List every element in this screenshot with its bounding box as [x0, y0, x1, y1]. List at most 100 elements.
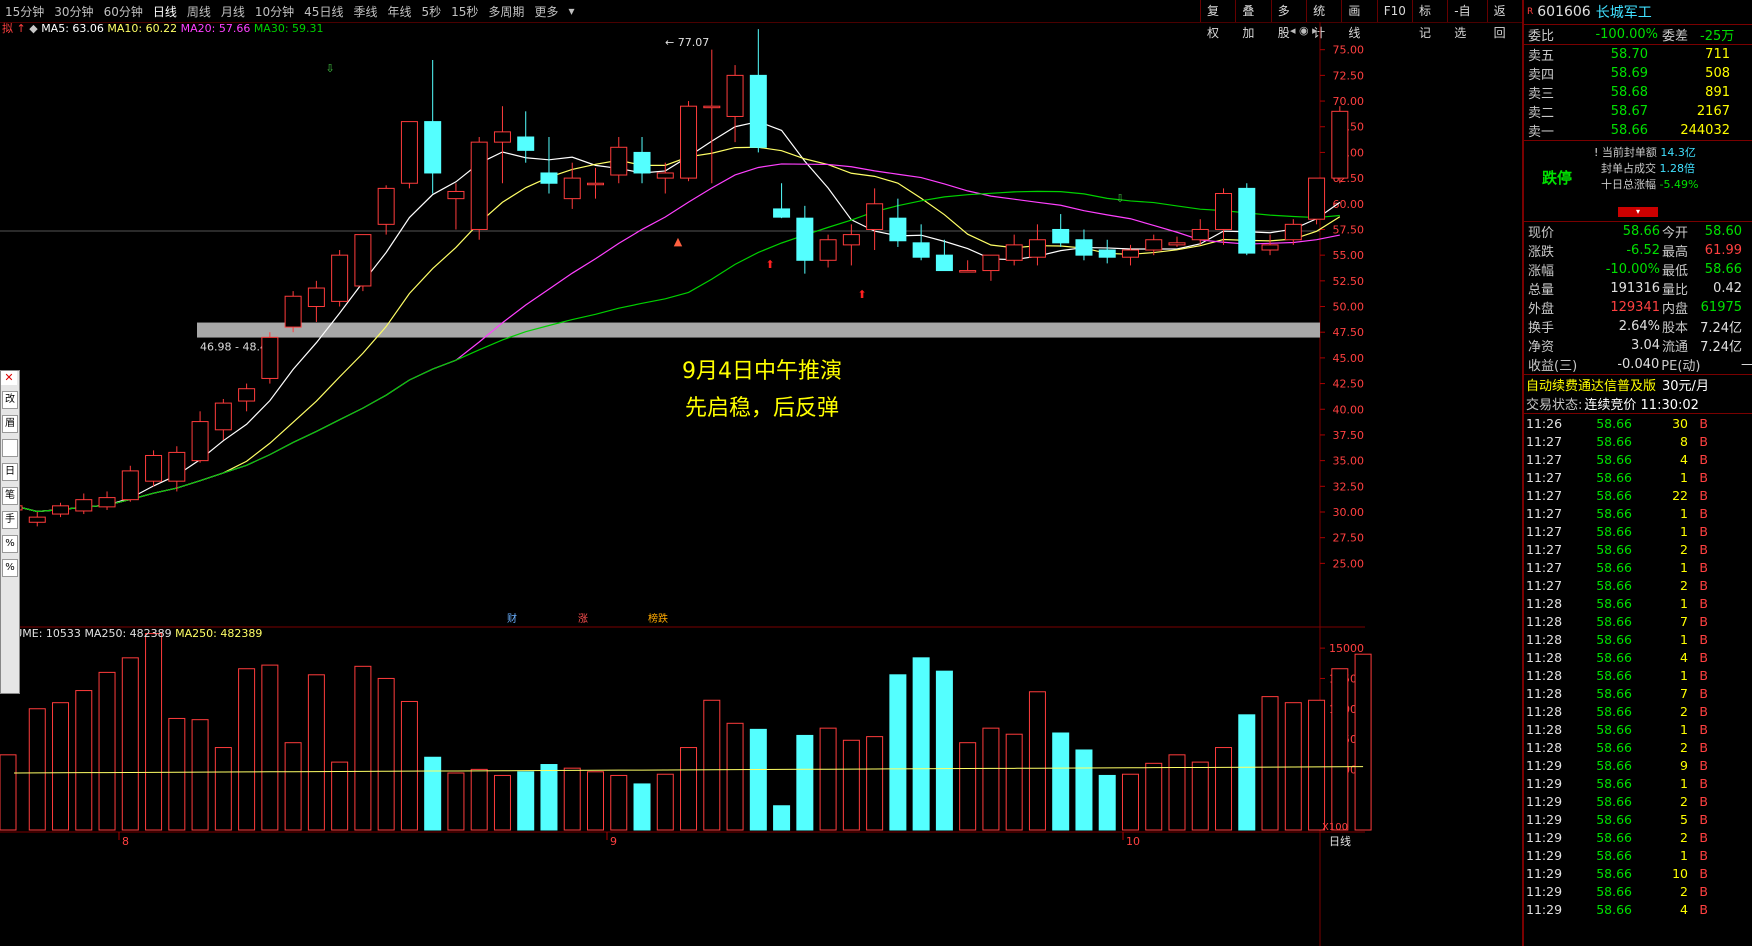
volume-bar[interactable]: [121, 657, 139, 831]
volume-bar[interactable]: [540, 764, 558, 831]
candle-body[interactable]: [935, 254, 953, 272]
volume-bar[interactable]: [889, 674, 907, 831]
volume-bar[interactable]: [912, 657, 930, 831]
candle-body[interactable]: [1145, 239, 1163, 251]
candle-body[interactable]: [121, 470, 139, 501]
candle-body[interactable]: [1005, 244, 1023, 261]
volume-bar[interactable]: [866, 736, 884, 831]
volume-bar[interactable]: [982, 727, 1000, 831]
ask-row[interactable]: 卖四 58.69 508: [1524, 64, 1752, 83]
candle-body[interactable]: [819, 239, 837, 261]
volume-bar[interactable]: [52, 702, 70, 831]
left-floating-panel[interactable]: ✕ 改眉日笔手%%: [0, 370, 20, 694]
candle-body[interactable]: [610, 146, 628, 176]
candle-body[interactable]: [331, 254, 349, 302]
candle-body[interactable]: [98, 497, 116, 508]
candle-body[interactable]: [377, 187, 395, 225]
volume-bar[interactable]: [1005, 733, 1023, 831]
volume-bar[interactable]: [470, 768, 488, 831]
candle-body[interactable]: [1238, 187, 1256, 254]
collapse-icon[interactable]: ▾: [1618, 207, 1658, 217]
volume-bar[interactable]: [680, 747, 698, 831]
candle-body[interactable]: [633, 151, 651, 174]
volume-bar[interactable]: [1075, 749, 1093, 831]
left-panel-button-6[interactable]: %: [2, 535, 18, 553]
candle-body[interactable]: [912, 242, 930, 258]
volume-bar[interactable]: [0, 754, 17, 831]
close-icon[interactable]: ✕: [1, 371, 17, 385]
candle-body[interactable]: [982, 254, 1000, 272]
volume-bar[interactable]: [656, 773, 674, 831]
event-marker-2[interactable]: 榜跌: [648, 612, 668, 625]
scroll-arrows-icon[interactable]: ◂ ◉ ▸: [1290, 24, 1318, 37]
candle-body[interactable]: [284, 295, 302, 328]
volume-bar[interactable]: [191, 719, 209, 831]
candle-body[interactable]: [749, 74, 767, 148]
volume-bar[interactable]: [424, 756, 442, 831]
volume-bar[interactable]: [261, 664, 279, 831]
candle-body[interactable]: [1052, 228, 1070, 244]
kline-chart[interactable]: 75.0072.5070.0067.5065.0062.5060.0057.50…: [0, 0, 1522, 946]
volume-bar[interactable]: [1354, 653, 1372, 831]
volume-bar[interactable]: [1238, 714, 1256, 831]
candle-body[interactable]: [191, 421, 209, 462]
volume-bar[interactable]: [959, 742, 977, 831]
volume-bar[interactable]: [796, 734, 814, 831]
candle-body[interactable]: [703, 105, 721, 109]
candle-body[interactable]: [540, 172, 558, 184]
event-marker-0[interactable]: 财: [507, 612, 517, 625]
candle-body[interactable]: [1308, 177, 1326, 220]
candle-body[interactable]: [1215, 193, 1233, 230]
volume-bar[interactable]: [1098, 774, 1116, 831]
candle-body[interactable]: [400, 121, 418, 184]
left-panel-button-1[interactable]: 眉: [2, 415, 18, 433]
volume-bar[interactable]: [28, 708, 46, 831]
candle-body[interactable]: [52, 505, 70, 515]
candle-body[interactable]: [889, 217, 907, 242]
volume-bar[interactable]: [749, 728, 767, 831]
left-panel-button-5[interactable]: 手: [2, 511, 18, 529]
volume-bar[interactable]: [98, 671, 116, 831]
left-panel-button-3[interactable]: 日: [2, 463, 18, 481]
volume-bar[interactable]: [726, 722, 744, 831]
event-marker-1[interactable]: 涨: [578, 613, 588, 625]
candle-body[interactable]: [726, 74, 744, 117]
candle-body[interactable]: [28, 516, 46, 523]
volume-bar[interactable]: [284, 742, 302, 831]
volume-bar[interactable]: [610, 774, 628, 831]
candle-body[interactable]: [424, 121, 442, 174]
candle-body[interactable]: [470, 141, 488, 230]
volume-bar[interactable]: [75, 690, 93, 831]
candle-body[interactable]: [842, 234, 860, 246]
candle-body[interactable]: [168, 451, 186, 482]
volume-bar[interactable]: [1331, 668, 1349, 831]
candle-body[interactable]: [959, 270, 977, 273]
candle-body[interactable]: [1028, 239, 1046, 258]
candle-body[interactable]: [238, 388, 256, 402]
volume-bar[interactable]: [935, 670, 953, 831]
volume-bar[interactable]: [1028, 691, 1046, 831]
candle-body[interactable]: [866, 203, 884, 230]
volume-bar[interactable]: [1145, 762, 1163, 831]
candle-body[interactable]: [261, 336, 279, 379]
volume-bar[interactable]: [1121, 773, 1139, 831]
candle-body[interactable]: [493, 131, 511, 143]
volume-bar[interactable]: [377, 677, 395, 831]
candle-body[interactable]: [1121, 249, 1139, 258]
volume-bar[interactable]: [354, 665, 372, 831]
volume-bar[interactable]: [1308, 699, 1326, 831]
candle-body[interactable]: [1168, 242, 1186, 246]
left-panel-button-7[interactable]: %: [2, 559, 18, 577]
volume-bar[interactable]: [1261, 696, 1279, 831]
ask-row[interactable]: 卖一 58.66 244032: [1524, 121, 1752, 140]
left-panel-button-0[interactable]: 改: [2, 391, 18, 409]
volume-bar[interactable]: [842, 739, 860, 831]
promo-row[interactable]: 自动续费通达信普及版 30元/月: [1524, 375, 1752, 394]
candle-body[interactable]: [656, 172, 674, 179]
candle-body[interactable]: [773, 208, 791, 218]
candle-body[interactable]: [680, 105, 698, 179]
volume-bar[interactable]: [1215, 747, 1233, 831]
volume-bar[interactable]: [400, 700, 418, 831]
volume-bar[interactable]: [773, 805, 791, 831]
candle-body[interactable]: [587, 182, 604, 186]
